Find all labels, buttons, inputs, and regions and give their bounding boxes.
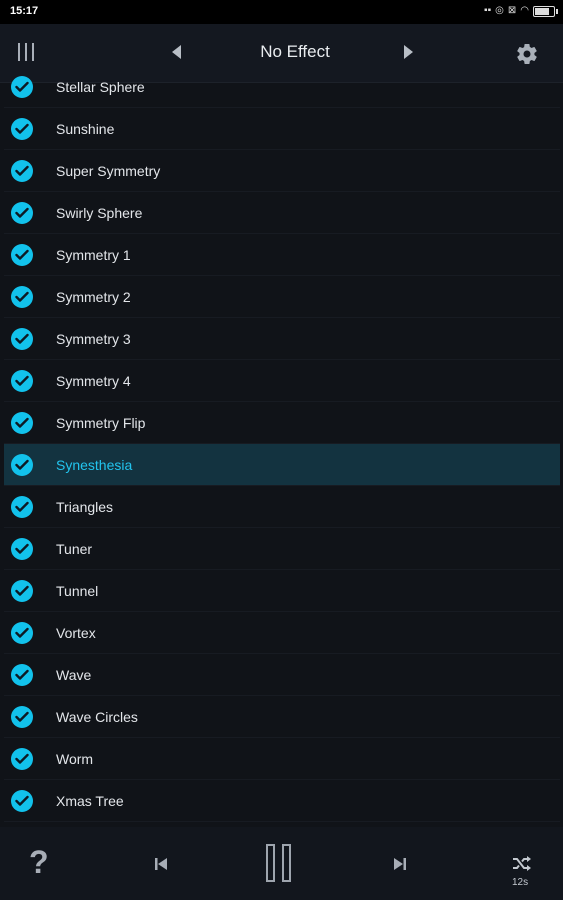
effect-label: Symmetry 1 bbox=[56, 247, 131, 263]
checkmark-icon[interactable] bbox=[11, 496, 33, 518]
effect-label: Stellar Sphere bbox=[56, 79, 145, 95]
effects-list-inner: Stellar Sphere Sunshine Super Symmetry Swir… bbox=[4, 67, 560, 822]
effect-label: Synesthesia bbox=[56, 457, 133, 473]
close-box-icon: ⊠ bbox=[507, 5, 517, 16]
effect-row[interactable]: Stellar Sphere bbox=[4, 67, 560, 108]
shuffle-icon[interactable] bbox=[511, 855, 531, 873]
skip-previous-icon[interactable] bbox=[153, 856, 169, 872]
pause-bar-right bbox=[282, 844, 291, 882]
effect-row[interactable]: Synesthesia bbox=[4, 444, 560, 486]
effect-row[interactable]: Super Symmetry bbox=[4, 150, 560, 192]
previous-effect-arrow-icon[interactable] bbox=[172, 45, 181, 59]
effect-label: Symmetry 4 bbox=[56, 373, 131, 389]
effect-row[interactable]: Xmas Tree bbox=[4, 780, 560, 822]
effect-row[interactable]: Wave Circles bbox=[4, 696, 560, 738]
effect-row[interactable]: Symmetry 2 bbox=[4, 276, 560, 318]
screen-record-icon: ◎ bbox=[495, 5, 504, 16]
effect-label: Triangles bbox=[56, 499, 114, 515]
effect-row[interactable]: Tuner bbox=[4, 528, 560, 570]
effect-row[interactable]: Triangles bbox=[4, 486, 560, 528]
help-icon[interactable]: ? bbox=[29, 844, 49, 881]
status-time: 15:17 bbox=[10, 5, 39, 17]
shuffle-interval-label: 12s bbox=[512, 877, 529, 888]
gear-icon[interactable] bbox=[515, 42, 539, 66]
effect-label: Vortex bbox=[56, 625, 96, 641]
effect-label: Symmetry Flip bbox=[56, 415, 146, 431]
checkmark-icon[interactable] bbox=[11, 202, 33, 224]
effect-row[interactable]: Tunnel bbox=[4, 570, 560, 612]
effect-row[interactable]: Sunshine bbox=[4, 108, 560, 150]
effect-row[interactable]: Worm bbox=[4, 738, 560, 780]
checkmark-icon[interactable] bbox=[11, 454, 33, 476]
effects-list[interactable]: Stellar Sphere Sunshine Super Symmetry Swir… bbox=[4, 67, 560, 826]
effect-label: Xmas Tree bbox=[56, 793, 124, 809]
checkmark-icon[interactable] bbox=[11, 160, 33, 182]
checkmark-icon[interactable] bbox=[11, 244, 33, 266]
menu-icon[interactable] bbox=[16, 43, 36, 63]
checkmark-icon[interactable] bbox=[11, 328, 33, 350]
effect-row[interactable]: Wave bbox=[4, 654, 560, 696]
pause-bar-left bbox=[266, 844, 275, 882]
next-effect-arrow-icon[interactable] bbox=[404, 45, 413, 59]
effect-label: Symmetry 2 bbox=[56, 289, 131, 305]
effect-row[interactable]: Symmetry 3 bbox=[4, 318, 560, 360]
checkmark-icon[interactable] bbox=[11, 538, 33, 560]
checkmark-icon[interactable] bbox=[11, 706, 33, 728]
checkmark-icon[interactable] bbox=[11, 76, 33, 98]
checkmark-icon[interactable] bbox=[11, 664, 33, 686]
effect-label: Sunshine bbox=[56, 121, 115, 137]
effect-row[interactable]: Symmetry 4 bbox=[4, 360, 560, 402]
effect-row[interactable]: Swirly Sphere bbox=[4, 192, 560, 234]
checkmark-icon[interactable] bbox=[11, 370, 33, 392]
current-effect-title: No Effect bbox=[260, 42, 330, 61]
effect-row[interactable]: Symmetry 1 bbox=[4, 234, 560, 276]
effect-label: Super Symmetry bbox=[56, 163, 161, 179]
wifi-icon: ◠ bbox=[520, 5, 529, 16]
battery-icon bbox=[533, 5, 558, 17]
effect-label: Tuner bbox=[56, 541, 93, 557]
checkmark-icon[interactable] bbox=[11, 286, 33, 308]
effect-label: Symmetry 3 bbox=[56, 331, 131, 347]
bottom-toolbar: ? 12s bbox=[0, 827, 563, 900]
checkmark-icon[interactable] bbox=[11, 622, 33, 644]
effect-label: Wave bbox=[56, 667, 92, 683]
effect-label: Tunnel bbox=[56, 583, 99, 599]
status-bar: 15:17 ▪▪ ◎ ⊠ ◠ bbox=[0, 0, 563, 24]
checkmark-icon[interactable] bbox=[11, 580, 33, 602]
media-icon: ▪▪ bbox=[484, 5, 492, 16]
status-icons: ▪▪ ◎ ⊠ ◠ bbox=[484, 4, 558, 18]
skip-next-icon[interactable] bbox=[392, 856, 408, 872]
effect-row[interactable]: Symmetry Flip bbox=[4, 402, 560, 444]
effect-label: Worm bbox=[56, 751, 94, 767]
effect-label: Swirly Sphere bbox=[56, 205, 143, 221]
checkmark-icon[interactable] bbox=[11, 748, 33, 770]
effect-label: Wave Circles bbox=[56, 709, 138, 725]
effect-row[interactable]: Vortex bbox=[4, 612, 560, 654]
pause-button[interactable] bbox=[266, 844, 296, 884]
checkmark-icon[interactable] bbox=[11, 790, 33, 812]
checkmark-icon[interactable] bbox=[11, 118, 33, 140]
checkmark-icon[interactable] bbox=[11, 412, 33, 434]
